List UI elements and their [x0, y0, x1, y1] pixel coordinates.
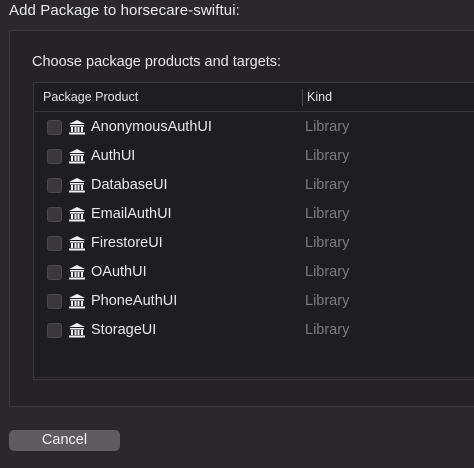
package-selection-panel: Choose package products and targets: Pac…: [9, 30, 474, 407]
library-icon: [68, 264, 86, 280]
library-icon: [68, 148, 86, 164]
product-name: EmailAuthUI: [91, 206, 172, 222]
table-row[interactable]: EmailAuthUI Library: [34, 200, 474, 229]
product-kind: Library: [305, 264, 350, 280]
table-header: Package Product Kind: [34, 83, 474, 112]
product-kind: Library: [305, 322, 350, 338]
cancel-button[interactable]: Cancel: [9, 430, 120, 451]
product-checkbox[interactable]: [47, 207, 62, 222]
table-footer-divider: [34, 377, 474, 378]
product-name: AnonymousAuthUI: [91, 119, 212, 135]
library-icon: [68, 119, 86, 135]
product-kind: Library: [305, 177, 350, 193]
column-header-kind[interactable]: Kind: [307, 90, 332, 104]
product-name: AuthUI: [91, 148, 136, 164]
library-icon: [68, 206, 86, 222]
table-row[interactable]: AuthUI Library: [34, 142, 474, 171]
package-products-table: Package Product Kind AnonymousAuthUI Libr…: [33, 82, 474, 380]
product-checkbox[interactable]: [47, 178, 62, 193]
sheet-title: Add Package to horsecare-swiftui:: [9, 2, 240, 19]
add-package-sheet: Add Package to horsecare-swiftui: Choose…: [0, 0, 474, 468]
library-icon: [68, 293, 86, 309]
product-kind: Library: [305, 293, 350, 309]
product-kind: Library: [305, 235, 350, 251]
product-checkbox[interactable]: [47, 236, 62, 251]
product-name: DatabaseUI: [91, 177, 168, 193]
table-row[interactable]: AnonymousAuthUI Library: [34, 113, 474, 142]
product-name: StorageUI: [91, 322, 157, 338]
panel-subtitle: Choose package products and targets:: [32, 54, 282, 70]
product-checkbox[interactable]: [47, 149, 62, 164]
library-icon: [68, 322, 86, 338]
product-name: PhoneAuthUI: [91, 293, 178, 309]
product-checkbox[interactable]: [47, 120, 62, 135]
product-checkbox[interactable]: [47, 265, 62, 280]
library-icon: [68, 235, 86, 251]
table-row[interactable]: StorageUI Library: [34, 316, 474, 345]
product-name: FirestoreUI: [91, 235, 163, 251]
product-kind: Library: [305, 206, 350, 222]
table-row[interactable]: PhoneAuthUI Library: [34, 287, 474, 316]
product-checkbox[interactable]: [47, 323, 62, 338]
table-row[interactable]: OAuthUI Library: [34, 258, 474, 287]
product-kind: Library: [305, 148, 350, 164]
library-icon: [68, 177, 86, 193]
product-kind: Library: [305, 119, 350, 135]
table-row[interactable]: FirestoreUI Library: [34, 229, 474, 258]
column-divider[interactable]: [302, 89, 303, 106]
column-header-package-product[interactable]: Package Product: [43, 90, 138, 104]
product-checkbox[interactable]: [47, 294, 62, 309]
table-row[interactable]: DatabaseUI Library: [34, 171, 474, 200]
product-name: OAuthUI: [91, 264, 147, 280]
